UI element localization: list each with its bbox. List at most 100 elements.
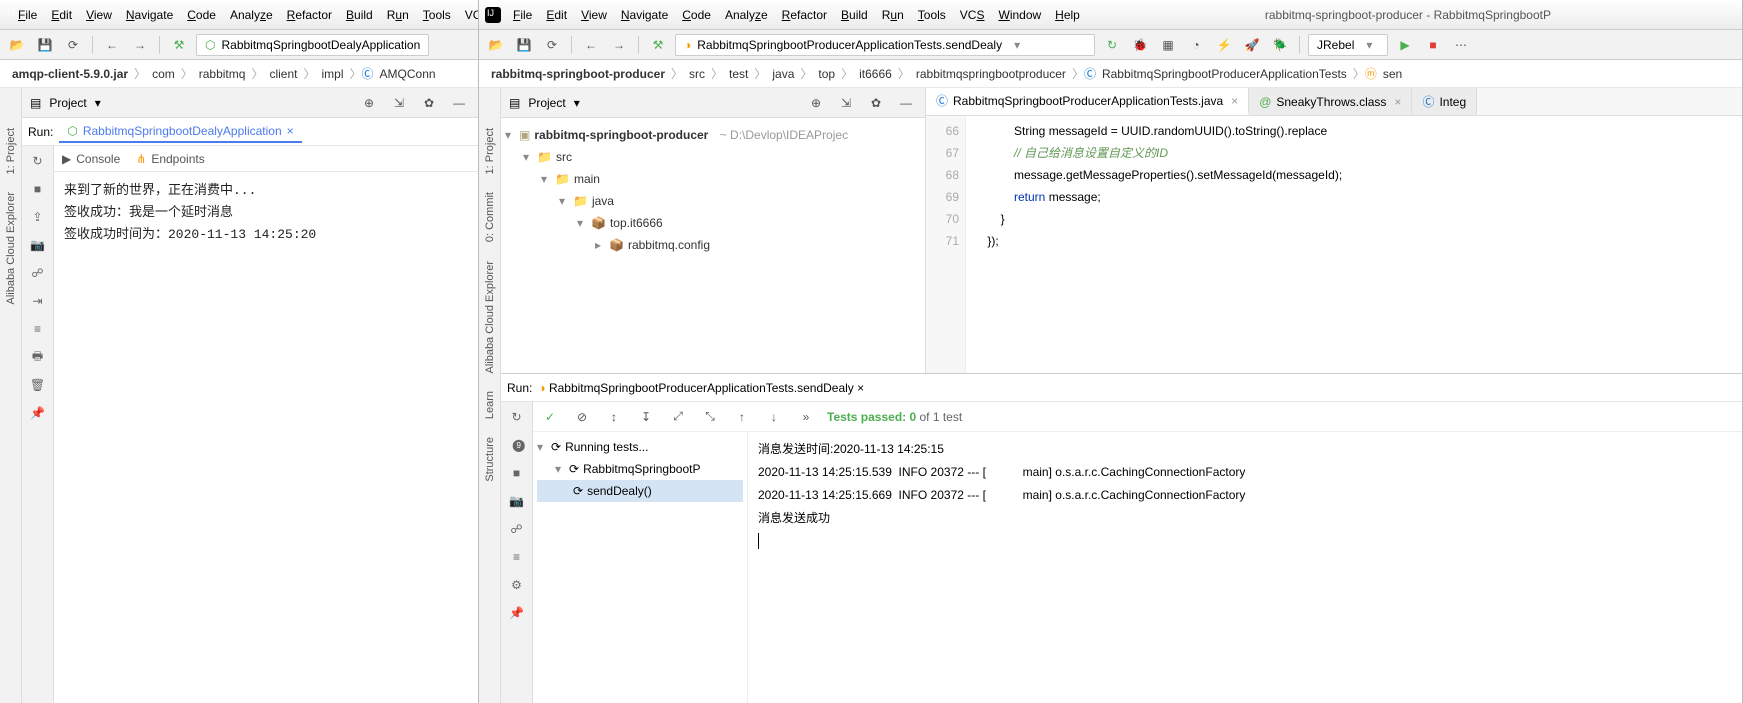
close-icon[interactable]: ×: [857, 381, 864, 395]
run-tab[interactable]: ◑ RabbitmqSpringbootProducerApplicationT…: [538, 381, 864, 395]
crumb[interactable]: test: [723, 67, 754, 81]
menu-code[interactable]: Code: [187, 8, 216, 22]
project-tree[interactable]: ▾▣rabbitmq-springboot-producer ~ D:\Devl…: [501, 118, 925, 373]
next-icon[interactable]: ↓: [763, 406, 785, 428]
camera-icon[interactable]: 📷: [29, 236, 47, 254]
rerun-icon[interactable]: ↻: [508, 408, 526, 426]
crumb[interactable]: rabbitmqspringbootproducer: [910, 67, 1072, 81]
locate-icon[interactable]: ⊕: [805, 92, 827, 114]
tool-project-tab[interactable]: 1: Project: [5, 128, 17, 174]
attach-icon[interactable]: ⇪: [29, 208, 47, 226]
build-icon[interactable]: ⚒: [168, 34, 190, 56]
menu-view[interactable]: View: [86, 8, 112, 22]
trace-icon[interactable]: ⚡: [1213, 34, 1235, 56]
tool-commit-tab[interactable]: 0: Commit: [484, 192, 496, 242]
back-icon[interactable]: ←: [580, 34, 602, 56]
test-node[interactable]: ▾⟳Running tests...: [537, 436, 743, 458]
open-icon[interactable]: 📂: [6, 34, 28, 56]
crumb[interactable]: impl: [315, 67, 349, 81]
run-configuration-select[interactable]: ◑ RabbitmqSpringbootProducerApplicationT…: [675, 34, 1095, 56]
chevron-down-icon[interactable]: ▾: [95, 96, 101, 110]
more-icon[interactable]: ⋯: [1450, 34, 1472, 56]
close-icon[interactable]: ×: [287, 124, 294, 138]
sync-icon[interactable]: ⟳: [62, 34, 84, 56]
menu-window[interactable]: Window: [998, 8, 1041, 22]
endpoints-tab[interactable]: ⋔Endpoints: [136, 152, 204, 166]
crumb[interactable]: client: [263, 67, 303, 81]
tool-alibaba-tab[interactable]: Alibaba Cloud Explorer: [5, 192, 17, 305]
menu-code[interactable]: Code: [682, 8, 711, 22]
trash-icon[interactable]: 🗑: [29, 376, 47, 394]
print-icon[interactable]: 🖶: [29, 348, 47, 366]
settings-icon[interactable]: ✿: [865, 92, 887, 114]
editor-tab[interactable]: @SneakyThrows.class×: [1249, 88, 1412, 115]
prev-icon[interactable]: ↑: [731, 406, 753, 428]
console-output-left[interactable]: 来到了新的世界，正在消费中... 签收成功：我是一个延时消息 签收成功时间为：2…: [54, 172, 478, 703]
back-icon[interactable]: ←: [101, 34, 123, 56]
run-icon[interactable]: ↻: [1101, 34, 1123, 56]
tool-project-tab[interactable]: 1: Project: [484, 128, 496, 174]
menu-run[interactable]: Run: [882, 8, 904, 22]
exit-icon[interactable]: ⇥: [29, 292, 47, 310]
crumb[interactable]: rabbitmq: [193, 67, 252, 81]
test-tree[interactable]: ▾⟳Running tests... ▾⟳RabbitmqSpringbootP…: [533, 432, 748, 703]
tree-node[interactable]: ▾📁src: [505, 146, 921, 168]
tool-learn-tab[interactable]: Learn: [484, 391, 496, 419]
tool-alibaba-tab[interactable]: Alibaba Cloud Explorer: [484, 261, 496, 374]
tree-root[interactable]: ▾▣rabbitmq-springboot-producer ~ D:\Devl…: [505, 124, 921, 146]
heap-icon[interactable]: ☍: [508, 520, 526, 538]
profile-icon[interactable]: ◔: [1185, 34, 1207, 56]
project-panel-title[interactable]: Project: [528, 96, 565, 110]
rerun-icon[interactable]: ↻: [29, 152, 47, 170]
jrebel-run-icon[interactable]: 🚀: [1241, 34, 1263, 56]
menu-build[interactable]: Build: [841, 8, 868, 22]
build-icon[interactable]: ⚒: [647, 34, 669, 56]
editor-tab[interactable]: ⒸRabbitmqSpringbootProducerApplicationTe…: [926, 88, 1249, 115]
check-icon[interactable]: ✓: [539, 406, 561, 428]
hide-icon[interactable]: —: [895, 92, 917, 114]
sort-icon[interactable]: ↕: [603, 406, 625, 428]
collapse-icon[interactable]: ⇲: [835, 92, 857, 114]
pin-icon[interactable]: 📌: [508, 604, 526, 622]
crumb[interactable]: src: [683, 67, 711, 81]
test-node[interactable]: ▾⟳RabbitmqSpringbootP: [537, 458, 743, 480]
layout-icon[interactable]: ≡: [508, 548, 526, 566]
crumb[interactable]: com: [146, 67, 181, 81]
sort2-icon[interactable]: ↧: [635, 406, 657, 428]
menu-view[interactable]: View: [581, 8, 607, 22]
menu-tools[interactable]: Tools: [423, 8, 451, 22]
project-panel-title[interactable]: Project: [49, 96, 86, 110]
menu-run[interactable]: Run: [387, 8, 409, 22]
menu-navigate[interactable]: Navigate: [621, 8, 668, 22]
close-icon[interactable]: ×: [1231, 94, 1238, 108]
camera-icon[interactable]: 📷: [508, 492, 526, 510]
collapse-icon[interactable]: ⤡: [699, 406, 721, 428]
layout-icon[interactable]: ≡: [29, 320, 47, 338]
crumb[interactable]: amqp-client-5.9.0.jar: [6, 67, 134, 81]
console-output-right[interactable]: 消息发送时间:2020-11-13 14:25:15 2020-11-13 14…: [748, 432, 1742, 703]
disable-icon[interactable]: ⊘: [571, 406, 593, 428]
tree-node[interactable]: ▾📁java: [505, 190, 921, 212]
stop-icon[interactable]: ■: [1422, 34, 1444, 56]
tree-node[interactable]: ▾📦top.it6666: [505, 212, 921, 234]
sync-icon[interactable]: ⟳: [541, 34, 563, 56]
menu-vcs[interactable]: VCS: [465, 8, 478, 22]
stop-icon[interactable]: ■: [29, 180, 47, 198]
menu-edit[interactable]: Edit: [51, 8, 72, 22]
menu-help[interactable]: Help: [1055, 8, 1080, 22]
run-configuration-select[interactable]: ⬡ RabbitmqSpringbootDealyApplication: [196, 34, 429, 56]
more-icon[interactable]: »: [795, 406, 817, 428]
settings-icon[interactable]: ✿: [418, 92, 440, 114]
menu-navigate[interactable]: Navigate: [126, 8, 173, 22]
chevron-down-icon[interactable]: ▾: [574, 96, 580, 110]
locate-icon[interactable]: ⊕: [358, 92, 380, 114]
code-content[interactable]: String messageId = UUID.randomUUID().toS…: [966, 116, 1742, 373]
forward-icon[interactable]: →: [608, 34, 630, 56]
forward-icon[interactable]: →: [129, 34, 151, 56]
crumb[interactable]: top: [812, 67, 841, 81]
expand-icon[interactable]: ⤢: [667, 406, 689, 428]
jrebel-select[interactable]: JRebel ▾: [1308, 34, 1388, 56]
crumb[interactable]: it6666: [853, 67, 898, 81]
close-icon[interactable]: ×: [1394, 95, 1401, 109]
crumb[interactable]: rabbitmq-springboot-producer: [485, 67, 671, 81]
